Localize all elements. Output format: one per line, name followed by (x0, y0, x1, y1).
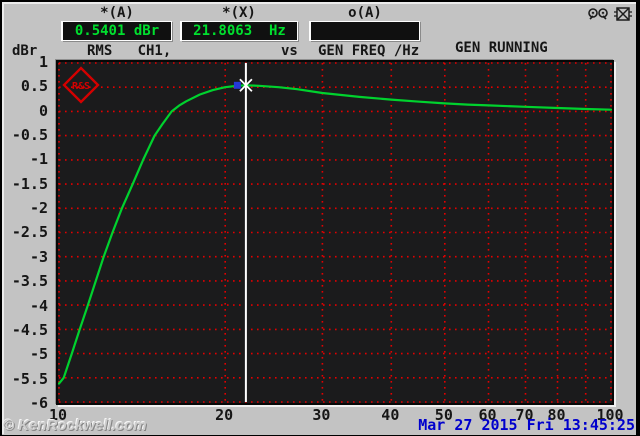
watermark: © KenRockwell.com (3, 417, 147, 434)
monitor-speaker-icon (588, 8, 608, 20)
level-readout-box: 0.5401 dBr (62, 21, 172, 41)
y-axis-tick-label: 0 (38, 101, 48, 120)
graph-area: R&S (56, 60, 614, 405)
level-readout-value: 0.5401 dBr (74, 23, 160, 39)
cursor-marker-blue-square (233, 81, 241, 89)
bezel-edge-left (0, 0, 2, 436)
datetime-stamp: Mar 27 2015 Fri 13:45:25 (418, 416, 635, 434)
bezel-edge-top (0, 0, 640, 2)
x-axis-tick-label: 40 (381, 406, 400, 424)
y-axis-tick-label: -6 (29, 393, 48, 412)
bezel-edge-right (636, 0, 640, 436)
y-axis-tick-label: -1 (29, 150, 48, 169)
y-axis-tick-label: -4 (29, 296, 48, 315)
rs-diamond-logo: R&S (62, 66, 100, 104)
y-axis-tick-label: -4.5 (11, 320, 48, 339)
y-axis-tick-label: -1.5 (11, 174, 48, 193)
trace-function-label: RMS CH1, (87, 43, 172, 59)
frequency-readout-box: 21.8063 Hz (181, 21, 298, 41)
y-axis-tick-label: -5 (29, 345, 48, 364)
y-axis-tick-label: -5.5 (11, 369, 48, 388)
y-unit-label: dBr (12, 43, 38, 59)
x-axis-tick-label: 30 (312, 406, 331, 424)
bezel-highlight-left (2, 2, 4, 434)
response-trace (58, 84, 612, 385)
y-axis-tick-label: -2 (29, 199, 48, 218)
analyzer-screen: *(A) *(X) o(A) 0.5401 dBr 21.8063 Hz dBr… (0, 0, 640, 436)
x-axis-tick-label: 20 (215, 406, 234, 424)
frequency-response-plot (58, 62, 612, 403)
speaker-muted-icon (614, 7, 632, 21)
y-axis-tick-label: -2.5 (11, 223, 48, 242)
frequency-readout-value: 21.8063 Hz (193, 23, 286, 39)
y-axis-tick-label: -3.5 (11, 272, 48, 291)
channel-x-label: *(X) (222, 5, 256, 21)
y-axis-tick-label: -0.5 (11, 126, 48, 145)
vs-label: vs (281, 43, 298, 59)
x-quantity-label: GEN FREQ /Hz (318, 43, 420, 59)
channel-o-label: o(A) (348, 5, 382, 21)
bezel-highlight-top (2, 2, 638, 4)
aux-readout-box (310, 21, 420, 41)
status-icon-group (587, 6, 633, 22)
channel-a-label: *(A) (100, 5, 134, 21)
status-gen: GEN RUNNING (455, 40, 548, 56)
rs-logo-text: R&S (72, 81, 90, 92)
y-axis-tick-label: -3 (29, 247, 48, 266)
y-axis-tick-label: 0.5 (20, 77, 48, 96)
